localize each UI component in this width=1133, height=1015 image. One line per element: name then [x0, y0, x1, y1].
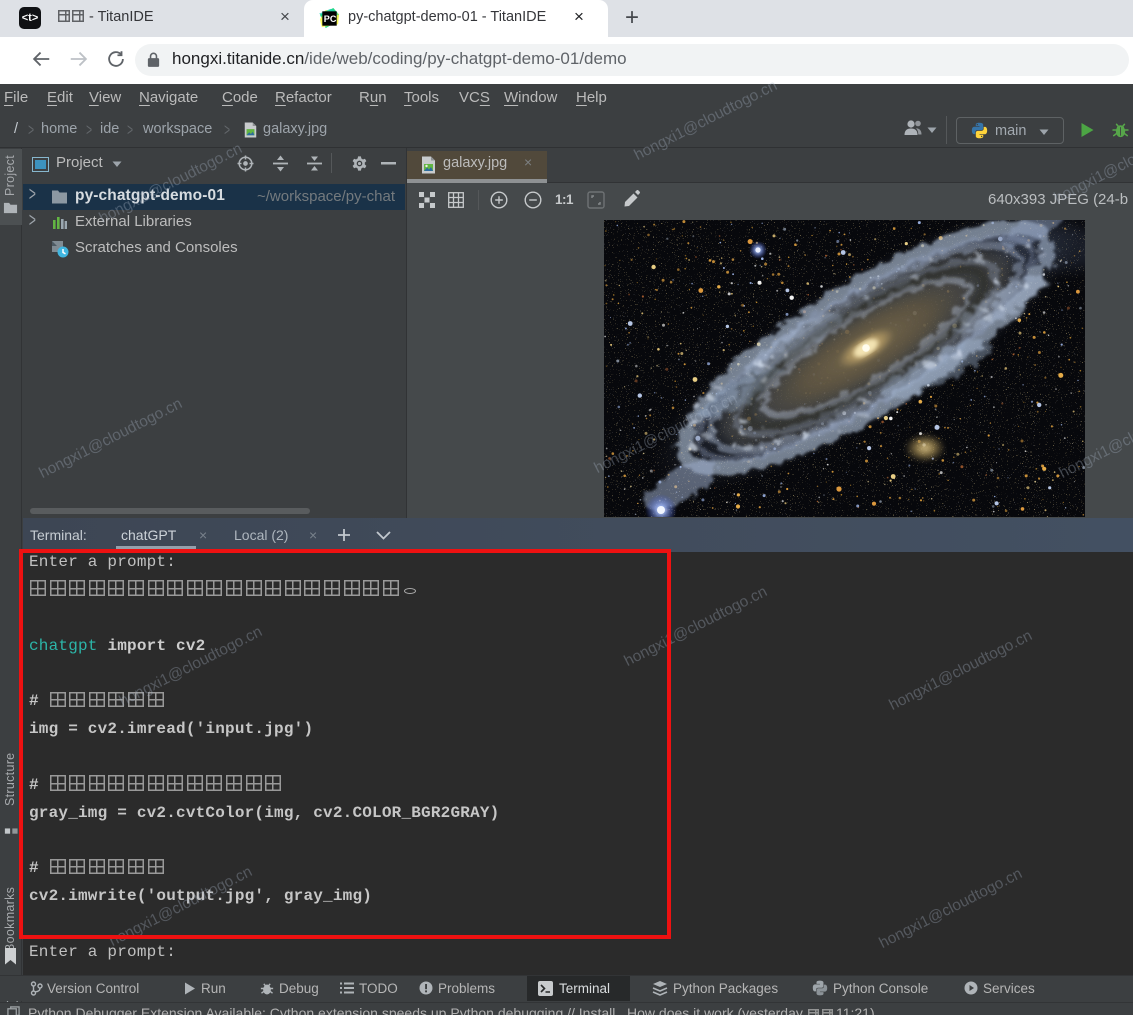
svg-text:PC: PC [324, 14, 337, 24]
